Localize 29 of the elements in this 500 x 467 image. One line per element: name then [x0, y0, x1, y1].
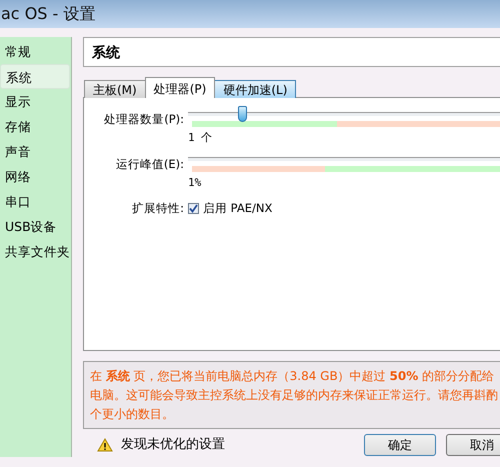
status-text: 发现未优化的设置 — [121, 436, 226, 454]
sidebar-item[interactable]: 常规 — [0, 39, 70, 64]
cancel-button[interactable]: 取消 — [446, 434, 500, 456]
sidebar-item[interactable]: 声音 — [0, 139, 70, 164]
tab[interactable]: 硬件加速(L) — [214, 80, 296, 98]
warning-text: 个更小的数目。 — [90, 406, 175, 423]
checkbox[interactable] — [188, 203, 199, 214]
slider-value: 1 个 — [188, 130, 214, 146]
slider-value: 1% — [188, 174, 202, 190]
sidebar-item[interactable]: 存储 — [0, 114, 70, 139]
sidebar-item[interactable]: 显示 — [0, 89, 70, 114]
tab[interactable]: 处理器(P) — [144, 77, 216, 98]
checkbox-label: 启用 PAE/NX — [203, 200, 272, 217]
sidebar-item[interactable]: 系统 — [0, 64, 70, 89]
warning-text: 电脑。这可能会导致主控系统上没有足够的内存来保证正常运行。请您再斟酌 — [90, 387, 499, 404]
sidebar-item[interactable]: 共享文件夹 — [0, 239, 70, 264]
ok-button[interactable]: 确定 — [364, 434, 436, 456]
sidebar-item[interactable]: 网络 — [0, 164, 70, 189]
slider-label: 处理器数量(P): — [103, 111, 184, 128]
feature-label: 扩展特性: — [131, 200, 184, 217]
window-title: ac OS - 设置 — [1, 3, 96, 25]
slider-thumb[interactable] — [238, 106, 247, 122]
warning-text: 在 系统 页，您已将当前电脑总内存（3.84 GB）中超过 50% 的部分分配给 — [90, 368, 496, 385]
tab[interactable]: 主板(M) — [84, 80, 146, 98]
sidebar-item[interactable]: 串口 — [0, 189, 70, 214]
section-title: 系统 — [83, 37, 500, 67]
slider-label: 运行峰值(E): — [114, 156, 184, 172]
warning-icon — [97, 438, 113, 452]
sidebar-item[interactable]: USB设备 — [0, 214, 70, 239]
